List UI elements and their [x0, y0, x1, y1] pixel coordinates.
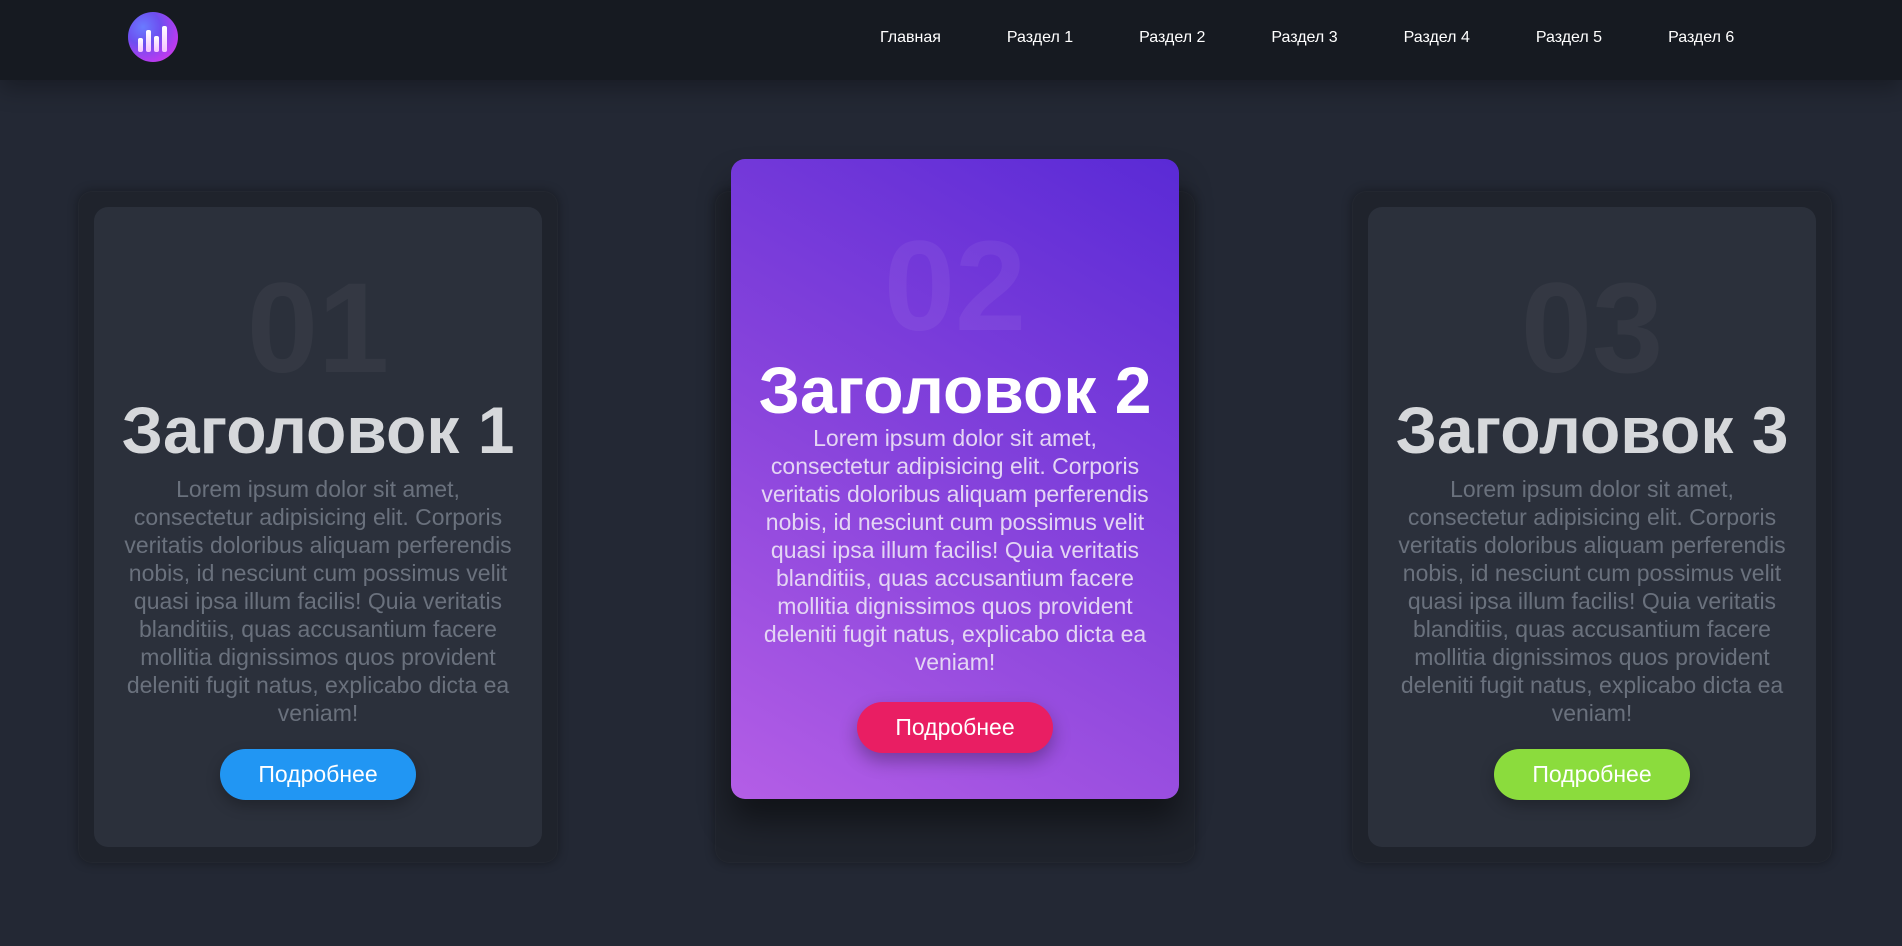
card-text: Lorem ipsum dolor sit amet, consectetur …	[124, 476, 512, 726]
card-3-frame: 03 Заголовок 3 Lorem ipsum dolor sit ame…	[1352, 191, 1832, 863]
card-number: 02	[883, 215, 1027, 358]
nav-item-section-3[interactable]: Раздел 3	[1271, 29, 1337, 47]
logo-bar	[138, 38, 143, 52]
nav-item-section-4[interactable]: Раздел 4	[1404, 29, 1470, 47]
card-title: Заголовок 1	[121, 393, 515, 467]
more-button[interactable]: Подробнее	[857, 702, 1053, 753]
card-1: 01 Заголовок 1 Lorem ipsum dolor sit ame…	[94, 207, 542, 847]
card-title: Заголовок 3	[1395, 393, 1789, 467]
main-nav: Главная Раздел 1 Раздел 2 Раздел 3 Разде…	[880, 0, 1734, 76]
bar-chart-logo-icon[interactable]	[128, 12, 178, 62]
more-button[interactable]: Подробнее	[220, 749, 416, 800]
nav-item-section-2[interactable]: Раздел 2	[1139, 29, 1205, 47]
nav-item-section-5[interactable]: Раздел 5	[1536, 29, 1602, 47]
card-title: Заголовок 2	[758, 353, 1152, 427]
card-2: 02 Заголовок 2 Lorem ipsum dolor sit ame…	[731, 159, 1179, 799]
nav-item-home[interactable]: Главная	[880, 29, 941, 47]
logo-bar	[154, 36, 159, 52]
card-text: Lorem ipsum dolor sit amet, consectetur …	[761, 425, 1149, 675]
nav-item-section-6[interactable]: Раздел 6	[1668, 29, 1734, 47]
card-number: 01	[94, 265, 542, 393]
more-button[interactable]: Подробнее	[1494, 749, 1690, 800]
card-number: 03	[1368, 265, 1816, 393]
logo-bar	[146, 30, 151, 52]
logo-bar	[162, 26, 167, 52]
nav-item-section-1[interactable]: Раздел 1	[1007, 29, 1073, 47]
card-text: Lorem ipsum dolor sit amet, consectetur …	[1398, 476, 1786, 726]
card-3: 03 Заголовок 3 Lorem ipsum dolor sit ame…	[1368, 207, 1816, 847]
card-1-frame: 01 Заголовок 1 Lorem ipsum dolor sit ame…	[78, 191, 558, 863]
top-header: Главная Раздел 1 Раздел 2 Раздел 3 Разде…	[0, 0, 1902, 80]
